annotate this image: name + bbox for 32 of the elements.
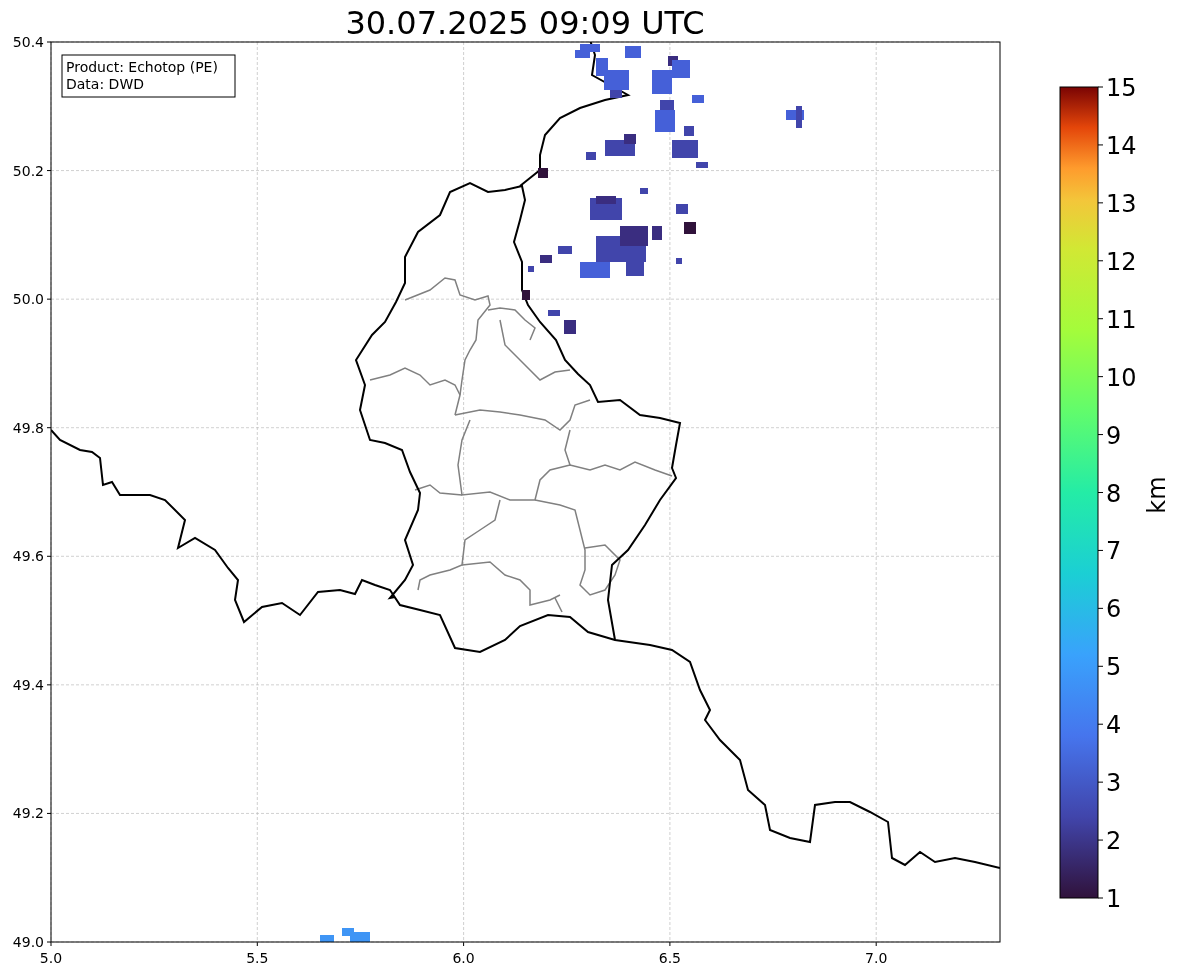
- tick-label: 15: [1106, 74, 1137, 102]
- tick-label: 50.4: [12, 34, 44, 50]
- tick-label: 5.5: [246, 950, 269, 966]
- tick-label: 7.0: [865, 950, 888, 966]
- tick-label: 8: [1106, 479, 1122, 508]
- tick-label: 4: [1106, 711, 1122, 740]
- tick-label: 7: [1106, 537, 1122, 566]
- tick-label: 12: [1106, 247, 1137, 276]
- tick-label: 49.8: [12, 419, 44, 436]
- legend-text: Data: DWD: [66, 76, 144, 92]
- tick-label: 6.5: [658, 950, 682, 966]
- tick-label: 14: [1106, 131, 1137, 160]
- tick-label: 49.2: [12, 805, 44, 822]
- tick-label: 1: [1106, 885, 1122, 913]
- tick-label: 49.4: [12, 676, 44, 693]
- figure-title: 30.07.2025 09:09 UTC: [345, 4, 705, 42]
- tick-label: 11: [1106, 305, 1137, 334]
- tick-label: 9: [1106, 421, 1122, 450]
- tick-label: 13: [1106, 189, 1137, 218]
- colorbar-label: km: [1143, 476, 1171, 514]
- legend-text: Product: Echotop (PE): [66, 59, 218, 75]
- tick-label: 10: [1106, 363, 1137, 392]
- tick-label: 50.2: [12, 162, 44, 179]
- tick-label: 5: [1106, 653, 1122, 682]
- tick-label: 6: [1106, 595, 1122, 624]
- tick-label: 50.0: [12, 291, 44, 308]
- tick-label: 3: [1106, 769, 1122, 798]
- tick-label: 5.0: [39, 950, 63, 966]
- tick-label: 6.0: [452, 950, 475, 966]
- tick-label: 49.0: [12, 934, 44, 950]
- tick-label: 49.6: [12, 548, 44, 565]
- tick-label: 2: [1106, 827, 1122, 856]
